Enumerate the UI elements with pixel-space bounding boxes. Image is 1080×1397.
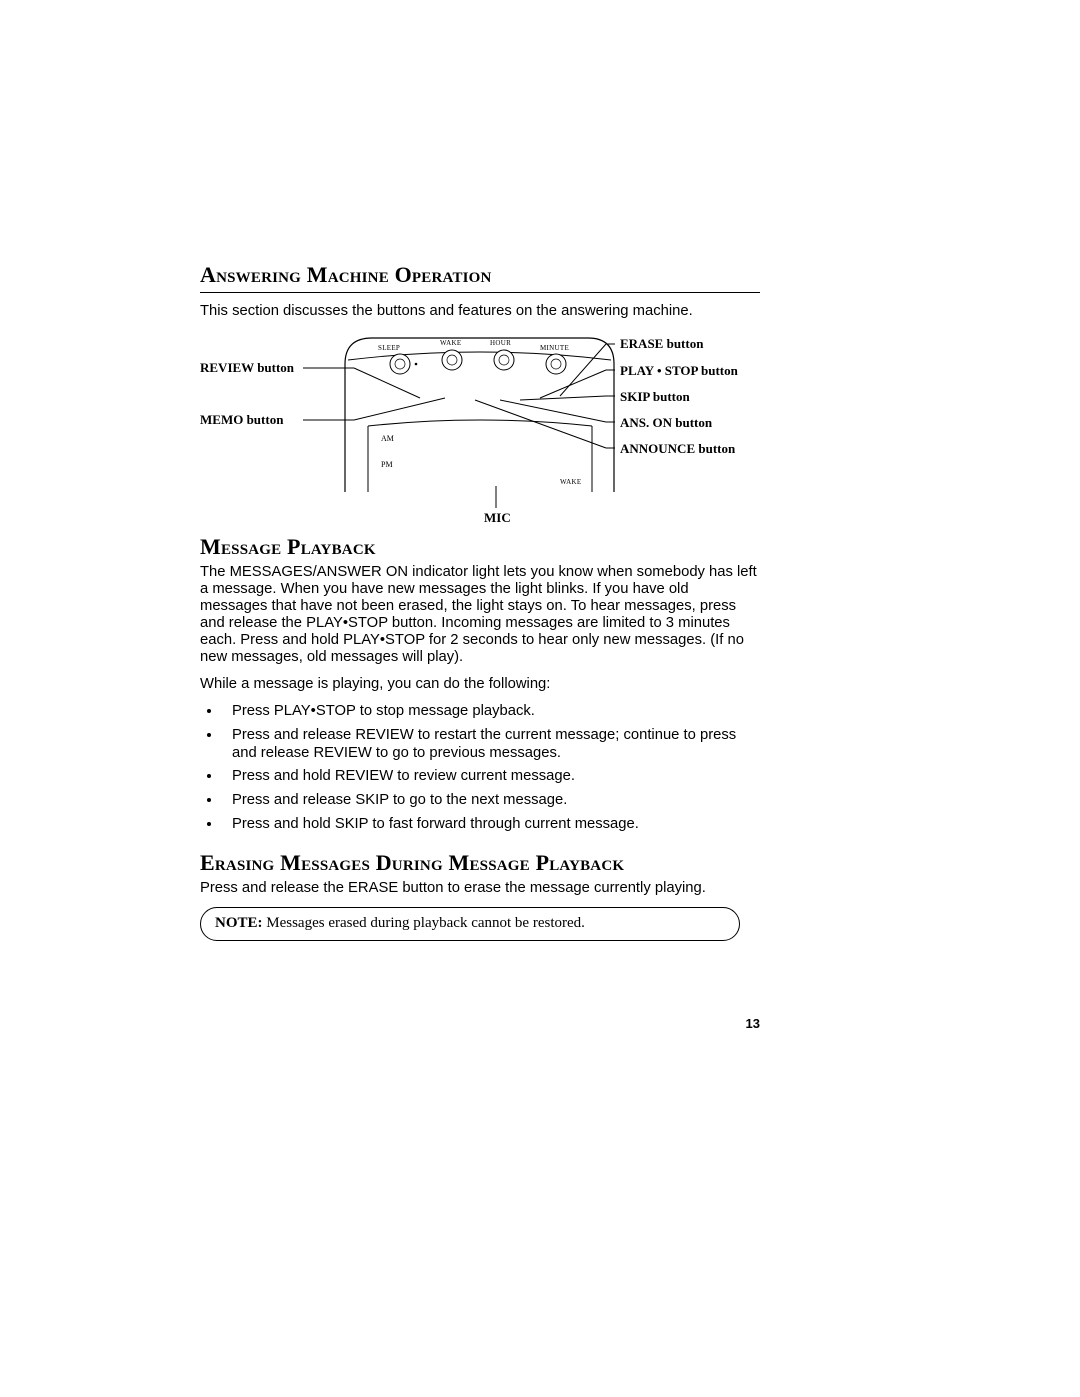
list-item: Press and release SKIP to go to the next… — [222, 792, 760, 810]
erasing-para: Press and release the ERASE button to er… — [200, 880, 760, 897]
mp-bullets: Press PLAY•STOP to stop message playback… — [200, 703, 760, 834]
mp-para1: The MESSAGES/ANSWER ON indicator light l… — [200, 564, 760, 666]
heading-answering-machine: Answering Machine Operation — [200, 262, 760, 288]
list-item: Press and release REVIEW to restart the … — [222, 727, 760, 763]
list-item: Press PLAY•STOP to stop message playback… — [222, 703, 760, 721]
label-mic: MIC — [484, 510, 511, 526]
label-erase: ERASE button — [620, 336, 703, 352]
label-review: REVIEW button — [200, 360, 294, 376]
mp-para2: While a message is playing, you can do t… — [200, 676, 760, 693]
label-play-stop: PLAY • STOP button — [620, 363, 738, 379]
heading-message-playback: Message Playback — [200, 534, 760, 560]
caption-wake: WAKE — [440, 339, 461, 347]
label-announce: ANNOUNCE button — [620, 441, 735, 457]
content-column: Answering Machine Operation This section… — [200, 262, 760, 941]
page-number: 13 — [746, 1016, 760, 1031]
heading-erasing: Erasing Messages During Message Playback — [200, 850, 760, 876]
list-item: Press and hold REVIEW to review current … — [222, 768, 760, 786]
caption-sleep: SLEEP — [378, 344, 400, 352]
label-skip: SKIP button — [620, 389, 690, 405]
rule-1 — [200, 292, 760, 293]
diagram: SLEEP WAKE HOUR MINUTE AM PM WAKE REVIEW… — [200, 330, 760, 530]
caption-minute: MINUTE — [540, 344, 569, 352]
intro-paragraph: This section discusses the buttons and f… — [200, 303, 760, 320]
note-label: NOTE: — [215, 915, 266, 931]
page: Answering Machine Operation This section… — [0, 0, 1080, 1397]
label-ans-on: ANS. ON button — [620, 415, 712, 431]
caption-pm: PM — [381, 460, 393, 469]
note-text: Messages erased during playback cannot b… — [266, 915, 585, 931]
caption-am: AM — [381, 434, 394, 443]
caption-wake2: WAKE — [560, 478, 581, 486]
caption-hour: HOUR — [490, 339, 511, 347]
label-memo: MEMO button — [200, 412, 283, 428]
list-item: Press and hold SKIP to fast forward thro… — [222, 816, 760, 834]
note-box: NOTE: Messages erased during playback ca… — [200, 907, 740, 941]
